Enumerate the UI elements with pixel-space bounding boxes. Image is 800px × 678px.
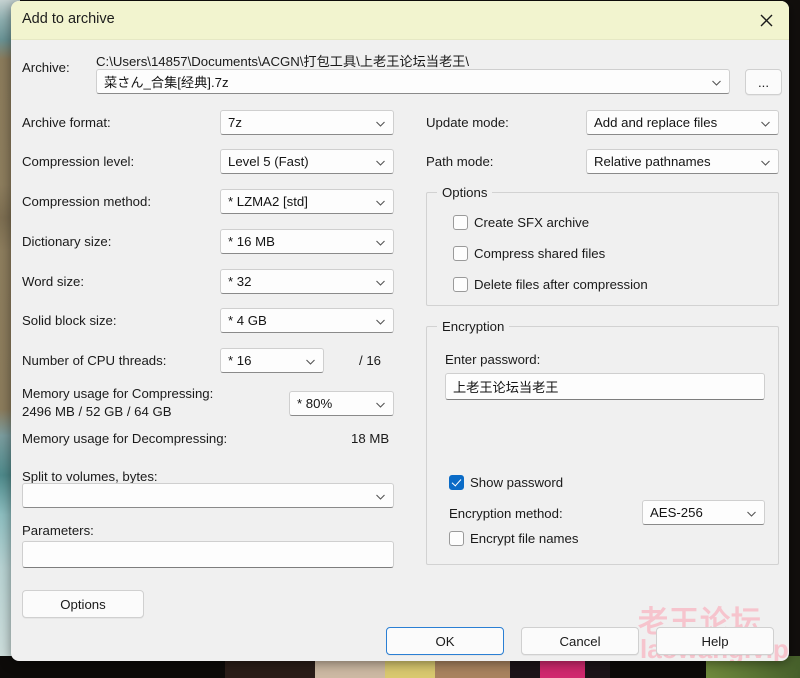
chevron-down-icon bbox=[375, 398, 386, 409]
chevron-down-icon bbox=[375, 276, 386, 287]
checkbox-label: Show password bbox=[470, 475, 564, 490]
checkbox-label: Encrypt file names bbox=[470, 531, 579, 546]
compression-method-combo[interactable]: * LZMA2 [std] bbox=[220, 189, 394, 214]
checkbox-compress-shared-files[interactable]: Compress shared files bbox=[453, 246, 605, 261]
dictionary-size-combo[interactable]: * 16 MB bbox=[220, 229, 394, 254]
dictionary-size-value: * 16 MB bbox=[228, 234, 275, 249]
solid-block-size-label: Solid block size: bbox=[22, 313, 117, 328]
checkbox-box bbox=[453, 277, 468, 292]
archive-format-label: Archive format: bbox=[22, 115, 111, 130]
checkbox-delete-files-after-compression[interactable]: Delete files after compression bbox=[453, 277, 648, 292]
chevron-down-icon bbox=[711, 76, 722, 87]
options-group-title: Options bbox=[437, 185, 493, 200]
chevron-down-icon bbox=[375, 315, 386, 326]
chevron-down-icon bbox=[760, 117, 771, 128]
encryption-groupbox: Encryption Enter password: 上老王论坛当老王 Show… bbox=[426, 319, 779, 565]
memory-decompress-value: 18 MB bbox=[351, 431, 390, 446]
password-value: 上老王论坛当老王 bbox=[453, 380, 559, 395]
checkbox-box bbox=[449, 475, 464, 490]
cancel-button[interactable]: Cancel bbox=[521, 627, 639, 655]
chevron-down-icon bbox=[375, 156, 386, 167]
options-groupbox: Options Create SFX archive Compress shar… bbox=[426, 185, 779, 306]
encryption-group-title: Encryption bbox=[437, 319, 510, 334]
split-volumes-combo[interactable] bbox=[22, 483, 394, 508]
chevron-down-icon bbox=[760, 156, 771, 167]
checkbox-box bbox=[449, 531, 464, 546]
checkbox-encrypt-file-names[interactable]: Encrypt file names bbox=[449, 531, 578, 546]
memory-percent-combo[interactable]: * 80% bbox=[289, 391, 394, 416]
help-button[interactable]: Help bbox=[656, 627, 774, 655]
encryption-method-label: Encryption method: bbox=[449, 506, 563, 521]
archive-format-combo[interactable]: 7z bbox=[220, 110, 394, 135]
ok-button[interactable]: OK bbox=[386, 627, 504, 655]
options-button[interactable]: Options bbox=[22, 590, 144, 618]
cpu-threads-value: * 16 bbox=[228, 353, 252, 368]
add-to-archive-dialog: Add to archive Archive: C:\Users\14857\D… bbox=[11, 1, 789, 661]
checkbox-show-password[interactable]: Show password bbox=[449, 475, 563, 490]
cpu-threads-total: / 16 bbox=[359, 353, 381, 368]
checkbox-box bbox=[453, 215, 468, 230]
chevron-down-icon bbox=[305, 355, 316, 366]
memory-percent-value: * 80% bbox=[297, 396, 333, 411]
compression-level-value: Level 5 (Fast) bbox=[228, 154, 309, 169]
word-size-value: * 32 bbox=[228, 274, 252, 289]
cpu-threads-combo[interactable]: * 16 bbox=[220, 348, 324, 373]
checkbox-label: Compress shared files bbox=[474, 246, 606, 261]
checkbox-create-sfx-archive[interactable]: Create SFX archive bbox=[453, 215, 589, 230]
title-bar: Add to archive bbox=[11, 1, 789, 40]
close-icon[interactable] bbox=[743, 1, 789, 39]
archive-filename-combo[interactable]: 菜さん_合集[经典].7z bbox=[96, 69, 730, 94]
update-mode-value: Add and replace files bbox=[594, 115, 718, 130]
parameters-label: Parameters: bbox=[22, 523, 94, 538]
archive-path-text: C:\Users\14857\Documents\ACGN\打包工具\上老王论坛… bbox=[96, 54, 469, 69]
compression-method-value: * LZMA2 [std] bbox=[228, 194, 308, 209]
encryption-method-combo[interactable]: AES-256 bbox=[642, 500, 765, 525]
window-title: Add to archive bbox=[22, 11, 115, 27]
memory-decompress-label: Memory usage for Decompressing: bbox=[22, 431, 228, 446]
archive-filename-value: 菜さん_合集[经典].7z bbox=[104, 75, 229, 90]
update-mode-combo[interactable]: Add and replace files bbox=[586, 110, 779, 135]
word-size-label: Word size: bbox=[22, 274, 85, 289]
update-mode-label: Update mode: bbox=[426, 115, 509, 130]
checkbox-label: Create SFX archive bbox=[474, 215, 590, 230]
dictionary-size-label: Dictionary size: bbox=[22, 234, 112, 249]
chevron-down-icon bbox=[746, 507, 757, 518]
compression-method-label: Compression method: bbox=[22, 194, 152, 209]
path-mode-combo[interactable]: Relative pathnames bbox=[586, 149, 779, 174]
chevron-down-icon bbox=[375, 236, 386, 247]
word-size-combo[interactable]: * 32 bbox=[220, 269, 394, 294]
desktop-background: Add to archive Archive: C:\Users\14857\D… bbox=[0, 0, 800, 678]
split-volumes-label: Split to volumes, bytes: bbox=[22, 469, 158, 484]
memory-compress-label: Memory usage for Compressing: bbox=[22, 386, 214, 401]
archive-label: Archive: bbox=[22, 60, 70, 75]
checkbox-label: Delete files after compression bbox=[474, 277, 648, 292]
enter-password-label: Enter password: bbox=[445, 352, 541, 367]
parameters-input[interactable] bbox=[22, 541, 394, 568]
encryption-method-value: AES-256 bbox=[650, 505, 703, 520]
chevron-down-icon bbox=[375, 117, 386, 128]
memory-compress-value: 2496 MB / 52 GB / 64 GB bbox=[22, 404, 172, 419]
compression-level-label: Compression level: bbox=[22, 154, 135, 169]
solid-block-size-combo[interactable]: * 4 GB bbox=[220, 308, 394, 333]
archive-format-value: 7z bbox=[228, 115, 242, 130]
chevron-down-icon bbox=[375, 490, 386, 501]
compression-level-combo[interactable]: Level 5 (Fast) bbox=[220, 149, 394, 174]
path-mode-label: Path mode: bbox=[426, 154, 494, 169]
chevron-down-icon bbox=[375, 196, 386, 207]
browse-button[interactable]: ... bbox=[745, 69, 782, 95]
solid-block-size-value: * 4 GB bbox=[228, 313, 267, 328]
path-mode-value: Relative pathnames bbox=[594, 154, 711, 169]
password-input[interactable]: 上老王论坛当老王 bbox=[445, 373, 765, 400]
checkbox-box bbox=[453, 246, 468, 261]
cpu-threads-label: Number of CPU threads: bbox=[22, 353, 167, 368]
